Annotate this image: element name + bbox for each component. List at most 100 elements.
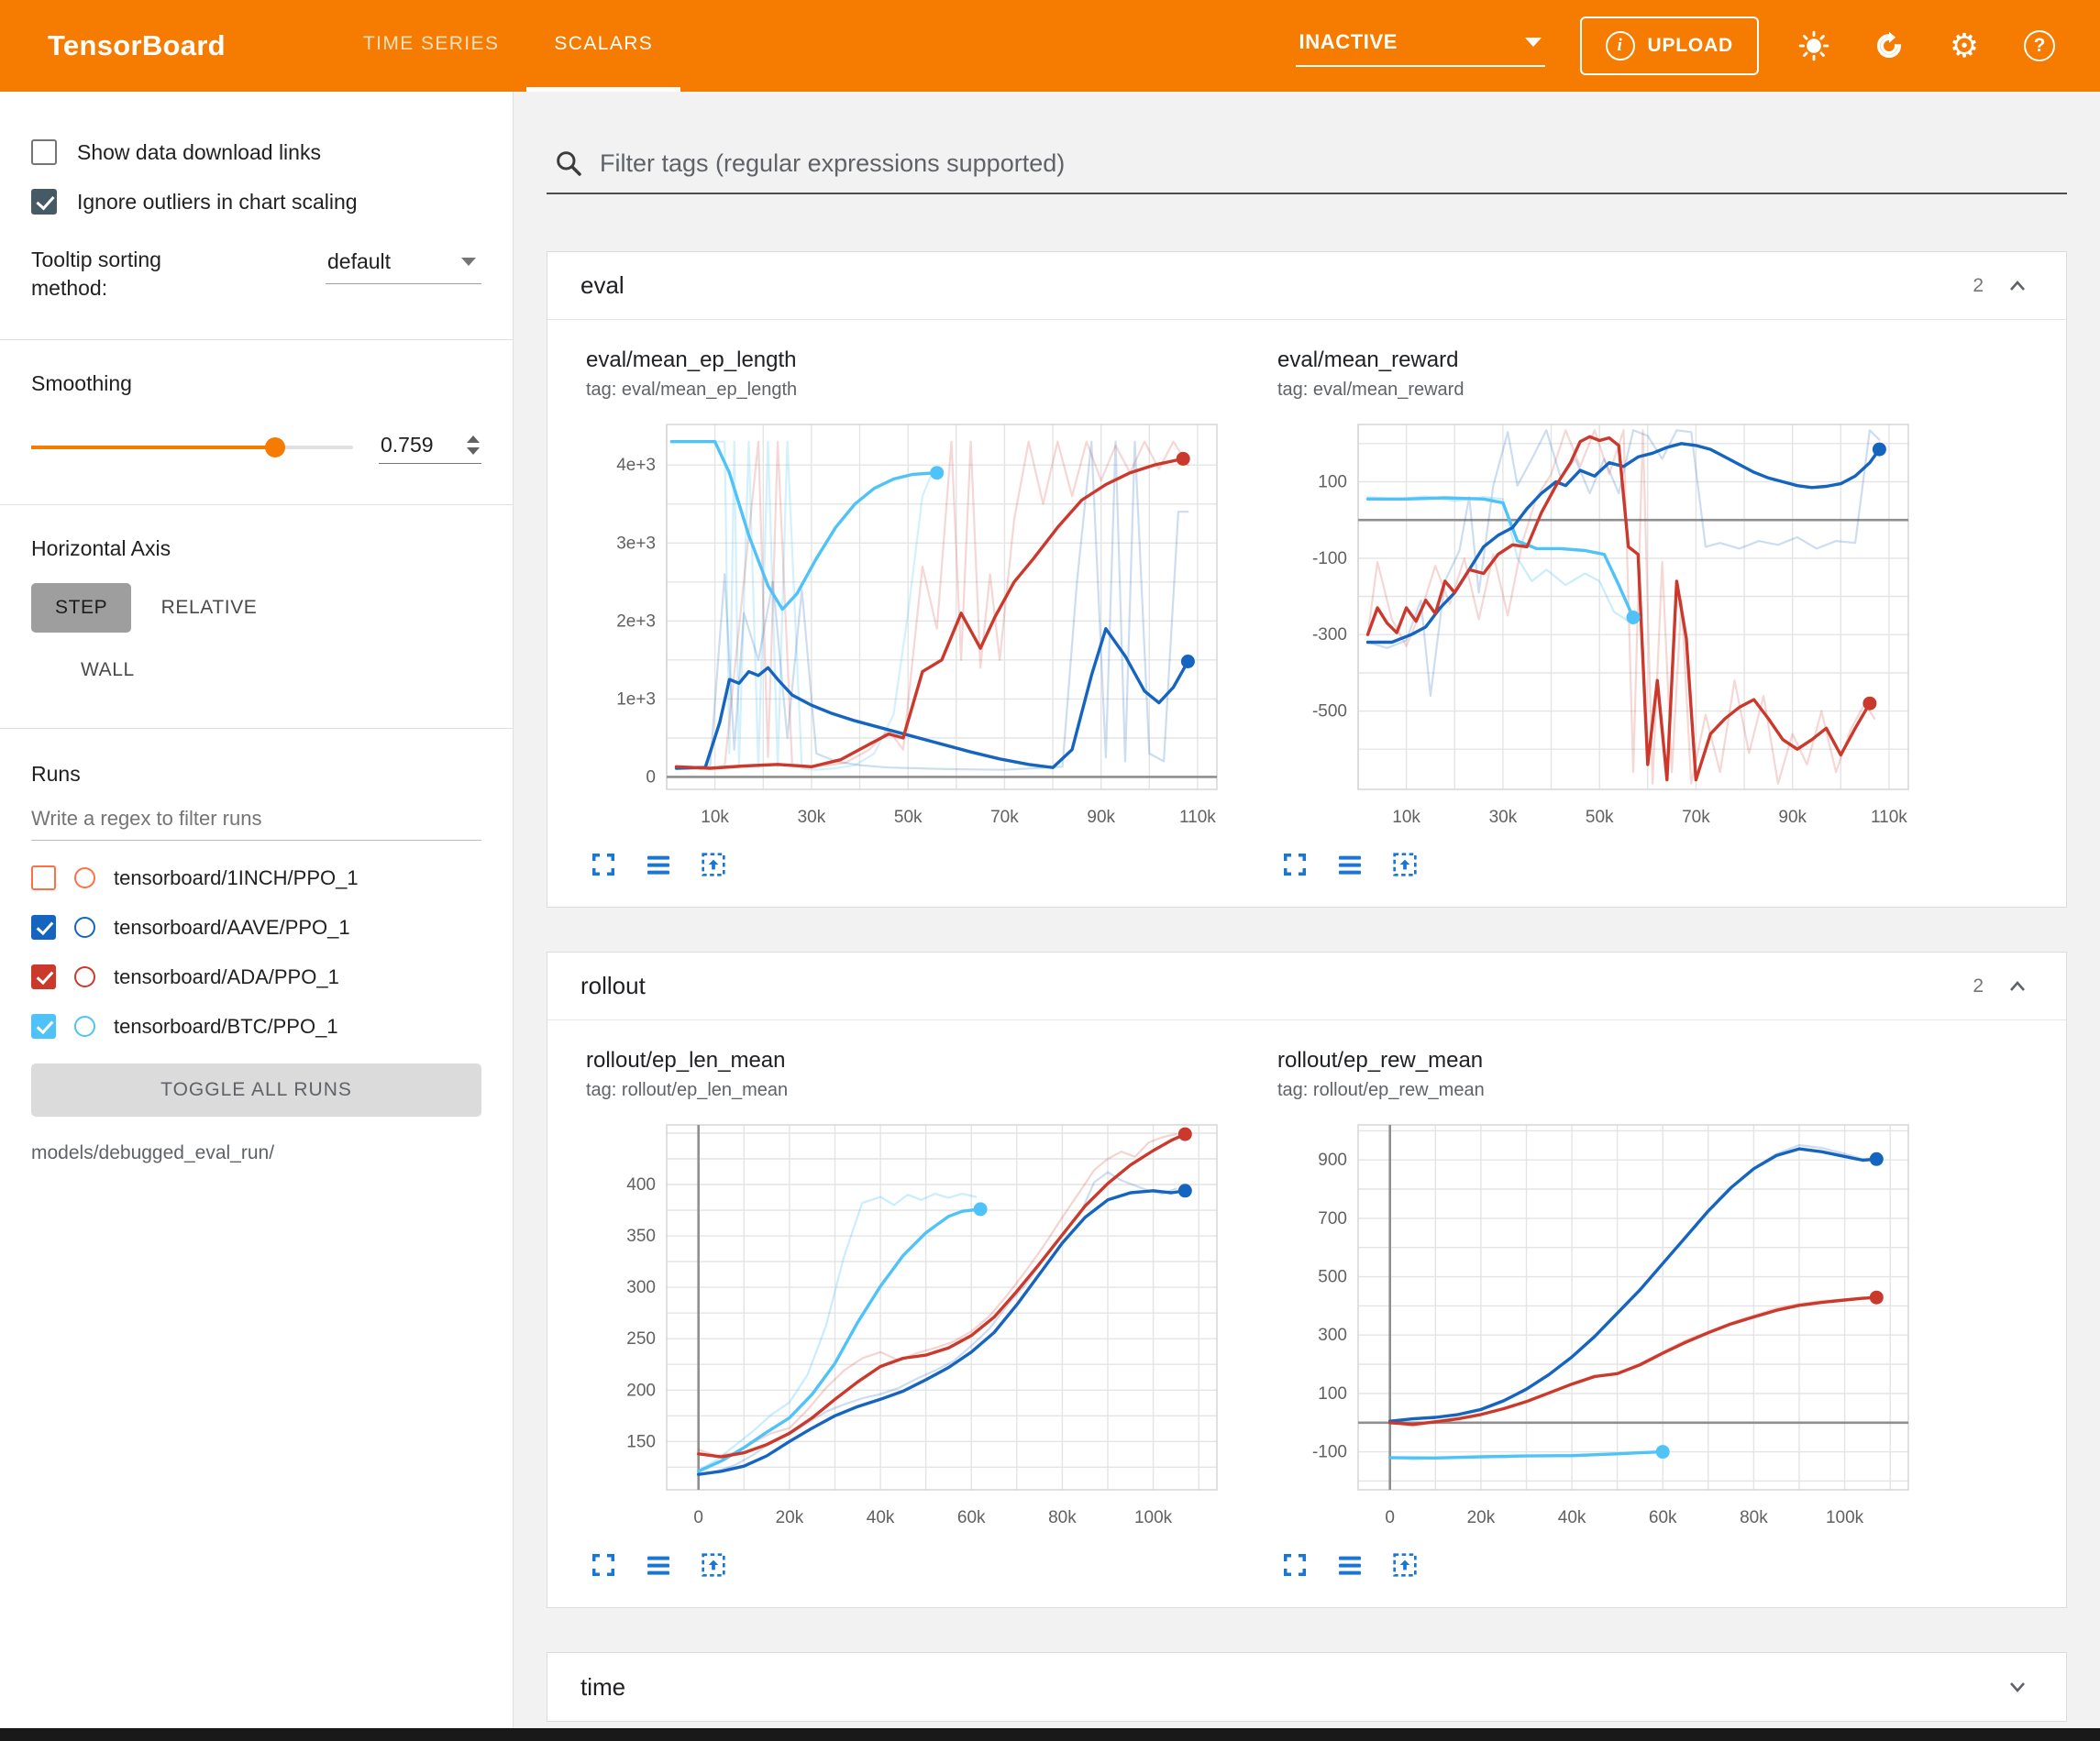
data-table-icon[interactable] bbox=[1334, 1550, 1365, 1581]
run-row-1inch[interactable]: tensorboard/1INCH/PPO_1 bbox=[31, 865, 481, 890]
status-label: INACTIVE bbox=[1299, 30, 1398, 54]
chart-rollout-ep-rew-mean: rollout/ep_rew_mean tag: rollout/ep_rew_… bbox=[1277, 1048, 1925, 1594]
upload-button[interactable]: i UPLOAD bbox=[1580, 17, 1759, 75]
svg-text:90k: 90k bbox=[1087, 808, 1115, 827]
fit-domain-icon[interactable] bbox=[1389, 1550, 1420, 1581]
run-checkbox[interactable] bbox=[31, 1014, 56, 1039]
data-table-icon[interactable] bbox=[643, 850, 674, 881]
run-row-aave[interactable]: tensorboard/AAVE/PPO_1 bbox=[31, 915, 481, 940]
section-eval: eval 2 eval/mean_ep_length tag: eval/mea… bbox=[547, 251, 2067, 908]
svg-text:50k: 50k bbox=[1586, 808, 1614, 827]
section-header[interactable]: rollout 2 bbox=[547, 953, 2066, 1020]
tab-scalars[interactable]: SCALARS bbox=[526, 0, 680, 92]
svg-text:20k: 20k bbox=[1467, 1508, 1496, 1527]
toggle-all-runs-button[interactable]: TOGGLE ALL RUNS bbox=[31, 1063, 481, 1117]
svg-text:70k: 70k bbox=[1682, 808, 1710, 827]
svg-text:30k: 30k bbox=[1489, 808, 1518, 827]
stepper-icon[interactable] bbox=[467, 435, 480, 455]
svg-text:40k: 40k bbox=[1558, 1508, 1586, 1527]
line-chart[interactable]: 100-100-300-50010k30k50k70k90k110k bbox=[1277, 410, 1925, 841]
svg-text:300: 300 bbox=[1318, 1326, 1347, 1345]
svg-text:1e+3: 1e+3 bbox=[616, 689, 656, 709]
chart-tag: tag: rollout/ep_len_mean bbox=[586, 1080, 1233, 1101]
refresh-icon[interactable] bbox=[1869, 26, 1909, 66]
chart-eval-mean-ep-length: eval/mean_ep_length tag: eval/mean_ep_le… bbox=[586, 347, 1233, 894]
smoothing-value: 0.759 bbox=[381, 433, 434, 457]
section-count: 2 bbox=[1973, 275, 1984, 297]
svg-text:70k: 70k bbox=[990, 808, 1019, 827]
axis-relative-button[interactable]: RELATIVE bbox=[138, 583, 282, 633]
section-title: time bbox=[580, 1673, 625, 1702]
svg-text:60k: 60k bbox=[1649, 1508, 1677, 1527]
main-tabs: TIME SERIES SCALARS bbox=[336, 0, 680, 92]
expand-chart-icon[interactable] bbox=[1279, 850, 1310, 881]
tab-time-series[interactable]: TIME SERIES bbox=[336, 0, 526, 92]
ignore-outliers-checkbox[interactable] bbox=[31, 189, 57, 215]
show-download-links-checkbox[interactable] bbox=[31, 139, 57, 165]
chart-title: rollout/ep_len_mean bbox=[586, 1048, 1233, 1074]
brightness-icon[interactable] bbox=[1794, 26, 1834, 66]
svg-text:100: 100 bbox=[1318, 473, 1347, 492]
smoothing-slider-fill bbox=[31, 446, 275, 449]
ignore-outliers-row[interactable]: Ignore outliers in chart scaling bbox=[31, 189, 481, 215]
svg-text:-300: -300 bbox=[1312, 625, 1347, 645]
axis-step-button[interactable]: STEP bbox=[31, 583, 131, 633]
data-table-icon[interactable] bbox=[643, 1550, 674, 1581]
smoothing-slider[interactable] bbox=[31, 446, 353, 449]
info-icon: i bbox=[1606, 31, 1635, 61]
svg-text:100: 100 bbox=[1318, 1384, 1347, 1404]
section-header[interactable]: eval 2 bbox=[547, 252, 2066, 320]
line-chart[interactable]: 01e+32e+33e+34e+310k30k50k70k90k110k bbox=[586, 410, 1233, 841]
svg-text:-100: -100 bbox=[1312, 1443, 1347, 1462]
run-row-btc[interactable]: tensorboard/BTC/PPO_1 bbox=[31, 1014, 481, 1039]
show-download-links-row[interactable]: Show data download links bbox=[31, 139, 481, 165]
run-checkbox[interactable] bbox=[31, 915, 56, 940]
chart-tag: tag: eval/mean_ep_length bbox=[586, 380, 1233, 401]
chart-eval-mean-reward: eval/mean_reward tag: eval/mean_reward 1… bbox=[1277, 347, 1925, 894]
svg-text:30k: 30k bbox=[798, 808, 826, 827]
expand-chart-icon[interactable] bbox=[588, 850, 619, 881]
svg-text:10k: 10k bbox=[701, 808, 729, 827]
tag-filter-input[interactable] bbox=[600, 149, 2060, 178]
svg-text:-500: -500 bbox=[1312, 702, 1347, 722]
settings-gear-icon[interactable]: ⚙ bbox=[1944, 26, 1984, 66]
runs-logdir-path: models/debugged_eval_run/ bbox=[31, 1142, 481, 1164]
run-row-ada[interactable]: tensorboard/ADA/PPO_1 bbox=[31, 964, 481, 989]
collapse-chevron-icon[interactable] bbox=[2002, 971, 2033, 1002]
svg-text:900: 900 bbox=[1318, 1151, 1347, 1170]
svg-text:3e+3: 3e+3 bbox=[616, 534, 656, 553]
fit-domain-icon[interactable] bbox=[698, 850, 729, 881]
runs-filter-input[interactable] bbox=[31, 794, 481, 841]
run-checkbox[interactable] bbox=[31, 964, 56, 989]
smoothing-value-field[interactable]: 0.759 bbox=[379, 431, 481, 464]
run-checkbox[interactable] bbox=[31, 865, 56, 890]
smoothing-slider-knob[interactable] bbox=[265, 437, 285, 457]
fit-domain-icon[interactable] bbox=[1389, 850, 1420, 881]
section-count: 2 bbox=[1973, 975, 1984, 997]
smoothing-label: Smoothing bbox=[31, 371, 481, 396]
section-title: eval bbox=[580, 271, 624, 300]
search-icon bbox=[554, 149, 583, 178]
axis-wall-button[interactable]: WALL bbox=[57, 645, 159, 695]
section-rollout: rollout 2 rollout/ep_len_mean tag: rollo… bbox=[547, 952, 2067, 1608]
scalars-dashboard: eval 2 eval/mean_ep_length tag: eval/mea… bbox=[514, 92, 2100, 1728]
expand-chart-icon[interactable] bbox=[1279, 1550, 1310, 1581]
collapse-chevron-icon[interactable] bbox=[2002, 270, 2033, 302]
line-chart[interactable]: -100100300500700900020k40k60k80k100k bbox=[1277, 1110, 1925, 1541]
expand-chart-icon[interactable] bbox=[588, 1550, 619, 1581]
line-chart[interactable]: 150200250300350400020k40k60k80k100k bbox=[586, 1110, 1233, 1541]
section-header[interactable]: time bbox=[547, 1653, 2066, 1721]
chevron-down-icon bbox=[1525, 38, 1542, 47]
svg-text:110k: 110k bbox=[1179, 808, 1216, 827]
tooltip-sorting-dropdown[interactable]: default bbox=[326, 246, 481, 284]
chart-title: rollout/ep_rew_mean bbox=[1277, 1048, 1925, 1074]
help-icon[interactable]: ? bbox=[2019, 26, 2060, 66]
svg-text:0: 0 bbox=[693, 1508, 703, 1527]
chevron-down-icon bbox=[461, 258, 476, 266]
status-dropdown[interactable]: INACTIVE bbox=[1296, 25, 1545, 67]
data-table-icon[interactable] bbox=[1334, 850, 1365, 881]
svg-text:200: 200 bbox=[626, 1381, 656, 1400]
expand-chevron-icon[interactable] bbox=[2002, 1671, 2033, 1702]
run-color-swatch-icon bbox=[74, 917, 95, 938]
fit-domain-icon[interactable] bbox=[698, 1550, 729, 1581]
